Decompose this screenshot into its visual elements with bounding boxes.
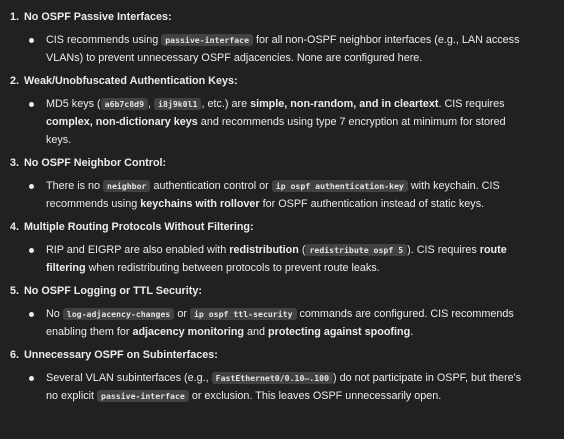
- finding-bullets: CIS recommends using passive-interface f…: [10, 31, 556, 67]
- bullet-dot-icon: [29, 312, 34, 317]
- text-segment: . CIS requires: [438, 98, 505, 110]
- inline-code: passive-interface: [97, 390, 189, 402]
- finding-item: 1. No OSPF Passive Interfaces: CIS recomme…: [10, 8, 556, 67]
- text-segment: and: [244, 326, 269, 338]
- finding-detail: CIS recommends using passive-interface f…: [10, 31, 556, 67]
- finding-bullets: There is no neighbor authentication cont…: [10, 177, 556, 213]
- finding-title: Multiple Routing Protocols Without Filte…: [24, 221, 254, 233]
- finding-detail: MD5 keys (a6b7c8d9, i8j9k0l1, etc.) are …: [10, 95, 556, 149]
- text-segment: Several VLAN subinterfaces (e.g.,: [46, 372, 212, 384]
- inline-code: passive-interface: [161, 34, 254, 46]
- finding-heading: 5. No OSPF Logging or TTL Security:: [10, 282, 556, 300]
- finding-item: 4. Multiple Routing Protocols Without Fil…: [10, 218, 556, 277]
- emphasis-text: redistribution: [229, 244, 299, 256]
- finding-item: 5. No OSPF Logging or TTL Security: No log…: [10, 282, 556, 341]
- bullet-dot-icon: [29, 102, 34, 107]
- text-segment: RIP and EIGRP are also enabled with: [46, 244, 230, 256]
- finding-detail: RIP and EIGRP are also enabled with redi…: [10, 241, 556, 277]
- inline-code: log-adjacency-changes: [62, 308, 175, 320]
- findings-list: 1. No OSPF Passive Interfaces: CIS recomme…: [10, 8, 556, 405]
- finding-number: 5.: [10, 285, 20, 297]
- text-segment: or: [174, 308, 190, 320]
- finding-number: 6.: [10, 349, 20, 361]
- finding-item: 3. No OSPF Neighbor Control: There is no n…: [10, 154, 556, 213]
- finding-detail-text: CIS recommends using passive-interface f…: [46, 31, 530, 67]
- finding-heading: 6. Unnecessary OSPF on Subinterfaces:: [10, 346, 556, 364]
- emphasis-text: complex, non-dictionary keys: [46, 116, 198, 128]
- inline-code: ip ospf ttl-security: [189, 308, 297, 320]
- text-segment: .: [410, 326, 414, 338]
- emphasis-text: keychains with rollover: [140, 198, 260, 210]
- text-segment: for OSPF authentication instead of stati…: [259, 198, 485, 210]
- bullet-dot-icon: [29, 184, 34, 189]
- finding-detail: No log-adjacency-changes or ip ospf ttl-…: [10, 305, 556, 341]
- inline-code: FastEthernet0/0.10–.100: [211, 372, 334, 384]
- finding-bullets: MD5 keys (a6b7c8d9, i8j9k0l1, etc.) are …: [10, 95, 556, 149]
- emphasis-text: protecting against spoofing: [268, 326, 411, 338]
- finding-detail-text: There is no neighbor authentication cont…: [46, 177, 530, 213]
- inline-code: ip ospf authentication-key: [271, 180, 408, 192]
- text-segment: CIS recommends using: [46, 34, 162, 46]
- inline-code: i8j9k0l1: [154, 98, 202, 110]
- finding-number: 4.: [10, 221, 20, 233]
- text-segment: MD5 keys (: [46, 98, 101, 110]
- text-segment: There is no: [46, 180, 104, 192]
- finding-heading: 4. Multiple Routing Protocols Without Fil…: [10, 218, 556, 236]
- text-segment: or exclusion. This leaves OSPF unnecessa…: [188, 390, 442, 402]
- text-segment: ). CIS requires: [407, 244, 480, 256]
- finding-title: Unnecessary OSPF on Subinterfaces:: [24, 349, 218, 361]
- bullet-dot-icon: [29, 376, 34, 381]
- finding-detail-text: RIP and EIGRP are also enabled with redi…: [46, 241, 530, 277]
- text-segment: authentication control or: [150, 180, 272, 192]
- finding-item: 2. Weak/Unobfuscated Authentication Keys:…: [10, 72, 556, 149]
- text-segment: when redistributing between protocols to…: [85, 262, 380, 274]
- finding-number: 3.: [10, 157, 20, 169]
- emphasis-text: adjacency monitoring: [132, 326, 245, 338]
- bullet-dot-icon: [29, 248, 34, 253]
- finding-number: 2.: [10, 75, 20, 87]
- finding-item: 6. Unnecessary OSPF on Subinterfaces: Seve…: [10, 346, 556, 405]
- inline-code: neighbor: [103, 180, 151, 192]
- finding-bullets: Several VLAN subinterfaces (e.g., FastEt…: [10, 369, 556, 405]
- inline-code: redistribute ospf 5: [305, 244, 408, 256]
- finding-title: Weak/Unobfuscated Authentication Keys:: [24, 75, 238, 87]
- finding-bullets: No log-adjacency-changes or ip ospf ttl-…: [10, 305, 556, 341]
- chat-response: 1. No OSPF Passive Interfaces: CIS recomme…: [0, 0, 564, 439]
- finding-heading: 3. No OSPF Neighbor Control:: [10, 154, 556, 172]
- finding-detail-text: No log-adjacency-changes or ip ospf ttl-…: [46, 305, 530, 341]
- text-segment: , etc.) are: [201, 98, 251, 110]
- finding-detail: There is no neighbor authentication cont…: [10, 177, 556, 213]
- finding-title: No OSPF Neighbor Control:: [24, 157, 167, 169]
- finding-number: 1.: [10, 11, 20, 23]
- finding-heading: 1. No OSPF Passive Interfaces:: [10, 8, 556, 26]
- finding-heading: 2. Weak/Unobfuscated Authentication Keys:: [10, 72, 556, 90]
- text-segment: No: [46, 308, 63, 320]
- emphasis-text: simple, non-random, and in cleartext: [250, 98, 439, 110]
- finding-detail-text: MD5 keys (a6b7c8d9, i8j9k0l1, etc.) are …: [46, 95, 530, 149]
- finding-detail: Several VLAN subinterfaces (e.g., FastEt…: [10, 369, 556, 405]
- finding-title: No OSPF Logging or TTL Security:: [24, 285, 202, 297]
- bullet-dot-icon: [29, 38, 34, 43]
- finding-detail-text: Several VLAN subinterfaces (e.g., FastEt…: [46, 369, 530, 405]
- finding-bullets: RIP and EIGRP are also enabled with redi…: [10, 241, 556, 277]
- inline-code: a6b7c8d9: [100, 98, 149, 110]
- finding-title: No OSPF Passive Interfaces:: [24, 11, 172, 23]
